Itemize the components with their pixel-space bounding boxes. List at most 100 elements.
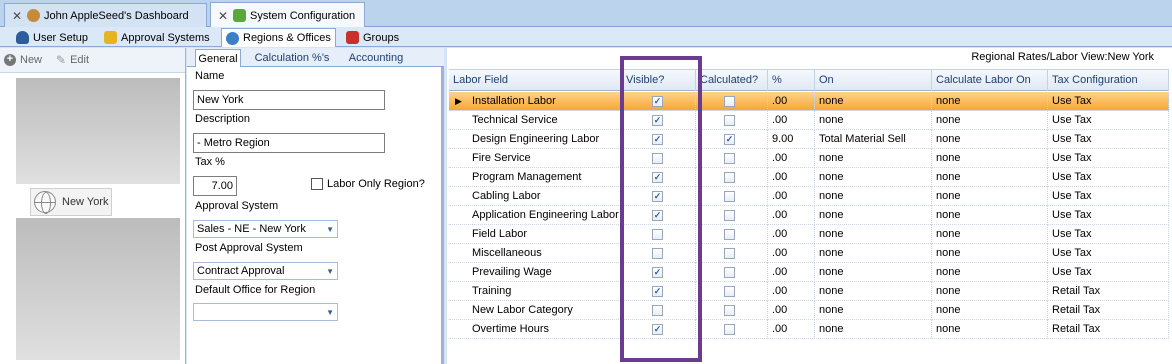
default-office-dropdown[interactable]: ▼ bbox=[193, 303, 338, 321]
tax-configuration-cell[interactable]: Use Tax bbox=[1048, 225, 1169, 244]
calculated-cell[interactable] bbox=[696, 263, 768, 282]
on-cell[interactable]: none bbox=[815, 168, 932, 187]
calculated-cell[interactable] bbox=[696, 168, 768, 187]
calculate-labor-on-cell[interactable]: none bbox=[932, 168, 1048, 187]
labor-field-cell[interactable]: Program Management bbox=[468, 168, 622, 187]
table-row[interactable]: Technical Service ✓ .00 none none Use Tax bbox=[449, 111, 1169, 130]
calculate-labor-on-cell[interactable]: none bbox=[932, 92, 1048, 111]
tax-configuration-cell[interactable]: Use Tax bbox=[1048, 149, 1169, 168]
visible-checkbox[interactable] bbox=[652, 153, 663, 164]
table-row[interactable]: Training ✓ .00 none none Retail Tax bbox=[449, 282, 1169, 301]
on-cell[interactable]: none bbox=[815, 187, 932, 206]
visible-checkbox[interactable]: ✓ bbox=[652, 324, 663, 335]
labor-field-cell[interactable]: New Labor Category bbox=[468, 301, 622, 320]
column-header-calculated[interactable]: Calculated? bbox=[696, 70, 768, 91]
visible-checkbox[interactable] bbox=[652, 229, 663, 240]
calculate-labor-on-cell[interactable]: none bbox=[932, 111, 1048, 130]
percent-cell[interactable]: .00 bbox=[768, 320, 815, 339]
on-cell[interactable]: none bbox=[815, 149, 932, 168]
table-row[interactable]: New Labor Category .00 none none Retail Tax bbox=[449, 301, 1169, 320]
visible-cell[interactable]: ✓ bbox=[622, 320, 696, 339]
on-cell[interactable]: none bbox=[815, 301, 932, 320]
percent-cell[interactable]: .00 bbox=[768, 282, 815, 301]
table-row[interactable]: Fire Service .00 none none Use Tax bbox=[449, 149, 1169, 168]
tab-dashboard[interactable]: ✕ John AppleSeed's Dashboard bbox=[4, 3, 207, 27]
calculated-cell[interactable] bbox=[696, 92, 768, 111]
calculated-cell[interactable] bbox=[696, 301, 768, 320]
calculated-checkbox[interactable] bbox=[724, 210, 735, 221]
tax-configuration-cell[interactable]: Use Tax bbox=[1048, 111, 1169, 130]
labor-field-cell[interactable]: Miscellaneous bbox=[468, 244, 622, 263]
labor-field-cell[interactable]: Field Labor bbox=[468, 225, 622, 244]
name-field[interactable]: New York bbox=[193, 90, 385, 110]
percent-cell[interactable]: .00 bbox=[768, 244, 815, 263]
new-button[interactable]: + New bbox=[4, 54, 42, 66]
calculate-labor-on-cell[interactable]: none bbox=[932, 263, 1048, 282]
column-header-on[interactable]: On bbox=[815, 70, 932, 91]
visible-cell[interactable] bbox=[622, 244, 696, 263]
visible-cell[interactable] bbox=[622, 225, 696, 244]
visible-checkbox[interactable]: ✓ bbox=[652, 115, 663, 126]
calculated-cell[interactable] bbox=[696, 149, 768, 168]
table-row[interactable]: Program Management ✓ .00 none none Use Tax bbox=[449, 168, 1169, 187]
percent-cell[interactable]: .00 bbox=[768, 301, 815, 320]
calculated-cell[interactable] bbox=[696, 282, 768, 301]
labor-field-cell[interactable]: Fire Service bbox=[468, 149, 622, 168]
tax-configuration-cell[interactable]: Use Tax bbox=[1048, 244, 1169, 263]
on-cell[interactable]: none bbox=[815, 320, 932, 339]
visible-checkbox[interactable]: ✓ bbox=[652, 191, 663, 202]
calculated-cell[interactable] bbox=[696, 206, 768, 225]
calculate-labor-on-cell[interactable]: none bbox=[932, 187, 1048, 206]
percent-cell[interactable]: .00 bbox=[768, 92, 815, 111]
calculate-labor-on-cell[interactable]: none bbox=[932, 320, 1048, 339]
on-cell[interactable]: none bbox=[815, 206, 932, 225]
tax-configuration-cell[interactable]: Retail Tax bbox=[1048, 320, 1169, 339]
visible-cell[interactable]: ✓ bbox=[622, 187, 696, 206]
table-row[interactable]: Application Engineering Labor ✓ .00 none non… bbox=[449, 206, 1169, 225]
calculated-checkbox[interactable] bbox=[724, 191, 735, 202]
visible-cell[interactable]: ✓ bbox=[622, 92, 696, 111]
visible-cell[interactable] bbox=[622, 149, 696, 168]
on-cell[interactable]: none bbox=[815, 263, 932, 282]
tax-configuration-cell[interactable]: Use Tax bbox=[1048, 92, 1169, 111]
calculated-cell[interactable] bbox=[696, 320, 768, 339]
column-header-calculate-labor-on[interactable]: Calculate Labor On bbox=[932, 70, 1048, 91]
calculate-labor-on-cell[interactable]: none bbox=[932, 244, 1048, 263]
tab-system-configuration[interactable]: ✕ System Configuration bbox=[210, 2, 365, 28]
labor-only-checkbox[interactable]: Labor Only Region? bbox=[311, 178, 425, 190]
calculate-labor-on-cell[interactable]: none bbox=[932, 130, 1048, 149]
visible-cell[interactable] bbox=[622, 301, 696, 320]
tab-user-setup[interactable]: User Setup bbox=[12, 28, 92, 47]
calculated-cell[interactable] bbox=[696, 244, 768, 263]
column-header-percent[interactable]: % bbox=[768, 70, 815, 91]
visible-checkbox[interactable]: ✓ bbox=[652, 134, 663, 145]
percent-cell[interactable]: .00 bbox=[768, 263, 815, 282]
visible-cell[interactable]: ✓ bbox=[622, 206, 696, 225]
edit-button[interactable]: ✎ Edit bbox=[56, 53, 89, 67]
chevron-down-icon[interactable]: ▼ bbox=[326, 267, 334, 276]
tax-configuration-cell[interactable]: Use Tax bbox=[1048, 206, 1169, 225]
tab-calculation[interactable]: Calculation %'s bbox=[247, 49, 337, 67]
visible-cell[interactable]: ✓ bbox=[622, 263, 696, 282]
calculated-checkbox[interactable] bbox=[724, 153, 735, 164]
calculated-checkbox[interactable] bbox=[724, 115, 735, 126]
visible-checkbox[interactable]: ✓ bbox=[652, 172, 663, 183]
region-item-new-york[interactable]: New York bbox=[30, 188, 112, 216]
percent-cell[interactable]: 9.00 bbox=[768, 130, 815, 149]
calculated-checkbox[interactable] bbox=[724, 229, 735, 240]
percent-cell[interactable]: .00 bbox=[768, 225, 815, 244]
tab-regions-offices[interactable]: Regions & Offices bbox=[221, 28, 336, 47]
visible-cell[interactable]: ✓ bbox=[622, 282, 696, 301]
table-row[interactable]: ▶ Installation Labor ✓ .00 none none Use Tax bbox=[449, 92, 1169, 111]
calculate-labor-on-cell[interactable]: none bbox=[932, 301, 1048, 320]
visible-cell[interactable]: ✓ bbox=[622, 168, 696, 187]
tax-configuration-cell[interactable]: Use Tax bbox=[1048, 263, 1169, 282]
visible-checkbox[interactable]: ✓ bbox=[652, 96, 663, 107]
percent-cell[interactable]: .00 bbox=[768, 168, 815, 187]
column-header-visible[interactable]: Visible? bbox=[622, 70, 696, 91]
calculated-cell[interactable] bbox=[696, 111, 768, 130]
visible-checkbox[interactable]: ✓ bbox=[652, 286, 663, 297]
labor-field-cell[interactable]: Technical Service bbox=[468, 111, 622, 130]
labor-field-cell[interactable]: Overtime Hours bbox=[468, 320, 622, 339]
calculated-checkbox[interactable] bbox=[724, 248, 735, 259]
